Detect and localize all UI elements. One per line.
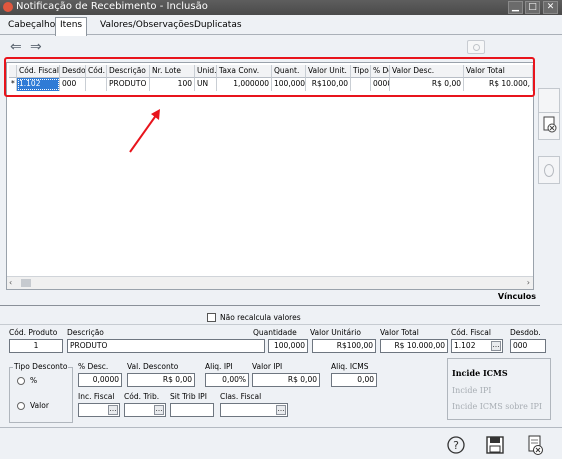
aliq-icms-label: Aliq. ICMS <box>331 362 369 371</box>
app-icon <box>3 2 13 12</box>
vinculos-label: Vínculos <box>0 292 540 306</box>
tab-valores-observacoes[interactable]: Valores/Observações <box>96 18 198 34</box>
window-title: Notificação de Recebimento - Inclusão <box>16 1 208 12</box>
save-button[interactable] <box>484 434 506 456</box>
lookup-button[interactable]: … <box>491 341 501 351</box>
previous-arrow-icon[interactable]: ⇐ <box>10 39 22 55</box>
minimize-button[interactable]: ▁ <box>508 1 523 14</box>
tipo-desconto-group <box>9 367 73 423</box>
help-icon: ? <box>447 436 465 454</box>
cod-fiscal-input[interactable]: 1.102 … <box>451 339 503 353</box>
tab-itens[interactable]: Itens <box>55 17 88 36</box>
next-arrow-icon[interactable]: ⇒ <box>30 39 42 55</box>
incide-box: Incide ICMS Incide IPI Incide ICMS sobre… <box>447 358 551 420</box>
lookup-button[interactable]: … <box>276 405 286 415</box>
valor-unitario-label: Valor Unitário <box>310 328 361 337</box>
nao-recalcula-label: Não recalcula valores <box>220 313 301 322</box>
cod-produto-label: Cód. Produto <box>9 328 58 337</box>
help-button[interactable]: ? <box>445 434 467 456</box>
horizontal-scrollbar[interactable]: ‹ › <box>7 276 533 289</box>
nao-recalcula-checkbox[interactable] <box>207 313 216 322</box>
close-button[interactable]: ✕ <box>543 1 558 14</box>
pct-desc-label: % Desc. <box>78 362 109 371</box>
aliq-ipi-label: Aliq. IPI <box>205 362 233 371</box>
circle-icon <box>544 164 554 177</box>
cod-trib-input[interactable]: … <box>124 403 166 417</box>
scroll-right-icon[interactable]: › <box>527 278 530 287</box>
aliq-icms-input[interactable]: 0,00 <box>331 373 377 387</box>
lookup-button[interactable]: … <box>108 405 118 415</box>
desdob-label: Desdob. <box>510 328 541 337</box>
descricao-input[interactable]: PRODUTO <box>67 339 265 353</box>
inc-fiscal-input[interactable]: … <box>78 403 120 417</box>
quantidade-label: Quantidade <box>253 328 297 337</box>
circle-icon <box>473 44 480 51</box>
valor-total-label: Valor Total <box>380 328 419 337</box>
maximize-button[interactable]: □ <box>525 1 540 14</box>
clas-fiscal-label: Clas. Fiscal <box>220 392 262 401</box>
side-circle-button[interactable] <box>538 156 560 184</box>
save-icon <box>486 436 504 454</box>
cod-fiscal-label: Cód. Fiscal <box>451 328 491 337</box>
tab-duplicatas[interactable]: Duplicatas <box>190 18 246 34</box>
cod-produto-input[interactable]: 1 <box>9 339 63 353</box>
percent-radio-label: % <box>30 376 38 385</box>
valor-unitario-input[interactable]: R$100,00 <box>312 339 376 353</box>
cod-trib-label: Cód. Trib. <box>124 392 160 401</box>
aliq-ipi-input[interactable]: 0,00% <box>205 373 249 387</box>
valor-radio-label: Valor <box>30 401 49 410</box>
sit-trib-ipi-input[interactable] <box>170 403 214 417</box>
incide-ipi-toggle[interactable]: Incide IPI <box>452 386 491 395</box>
delete-item-button[interactable] <box>538 112 560 140</box>
valor-total-input[interactable]: R$ 10.000,00 <box>380 339 448 353</box>
cod-fiscal-value: 1.102 <box>454 341 476 350</box>
red-arrow-icon <box>129 109 160 153</box>
scroll-left-icon[interactable]: ‹ <box>9 278 12 287</box>
svg-text:?: ? <box>453 439 459 452</box>
percent-radio[interactable] <box>17 377 25 385</box>
document-delete-icon <box>528 435 543 455</box>
highlight-box <box>4 57 535 97</box>
scroll-thumb[interactable] <box>21 279 31 287</box>
clas-fiscal-input[interactable]: … <box>220 403 288 417</box>
tab-bar: Cabeçalho Itens Valores/Observações Dupl… <box>0 15 562 36</box>
tab-cabecalho[interactable]: Cabeçalho <box>4 18 59 34</box>
incide-icms-toggle[interactable]: Incide ICMS <box>452 368 508 378</box>
title-bar: Notificação de Recebimento - Inclusão ▁ … <box>0 0 562 15</box>
sit-trib-ipi-label: Sit Trib IPI <box>170 392 207 401</box>
incide-icms-sobre-ipi-toggle[interactable]: Incide ICMS sobre IPI <box>452 402 542 411</box>
footer-toolbar: ? <box>0 427 562 459</box>
descricao-label: Descrição <box>67 328 104 337</box>
desdob-input[interactable]: 000 <box>510 339 546 353</box>
pct-desc-input[interactable]: 0,0000 <box>78 373 122 387</box>
quantidade-input[interactable]: 100,000 <box>268 339 308 353</box>
lookup-button[interactable]: … <box>154 405 164 415</box>
tipo-desconto-label: Tipo Desconto <box>13 362 69 371</box>
document-delete-icon <box>543 116 557 133</box>
valor-ipi-label: Valor IPI <box>252 362 283 371</box>
val-desconto-label: Val. Desconto <box>127 362 179 371</box>
valor-ipi-input[interactable]: R$ 0,00 <box>252 373 320 387</box>
valor-radio[interactable] <box>17 402 25 410</box>
cancel-document-button[interactable] <box>524 434 546 456</box>
disabled-tool-button[interactable] <box>467 40 485 54</box>
val-desconto-input[interactable]: R$ 0,00 <box>127 373 195 387</box>
inc-fiscal-label: Inc. Fiscal <box>78 392 115 401</box>
divider <box>0 324 562 325</box>
